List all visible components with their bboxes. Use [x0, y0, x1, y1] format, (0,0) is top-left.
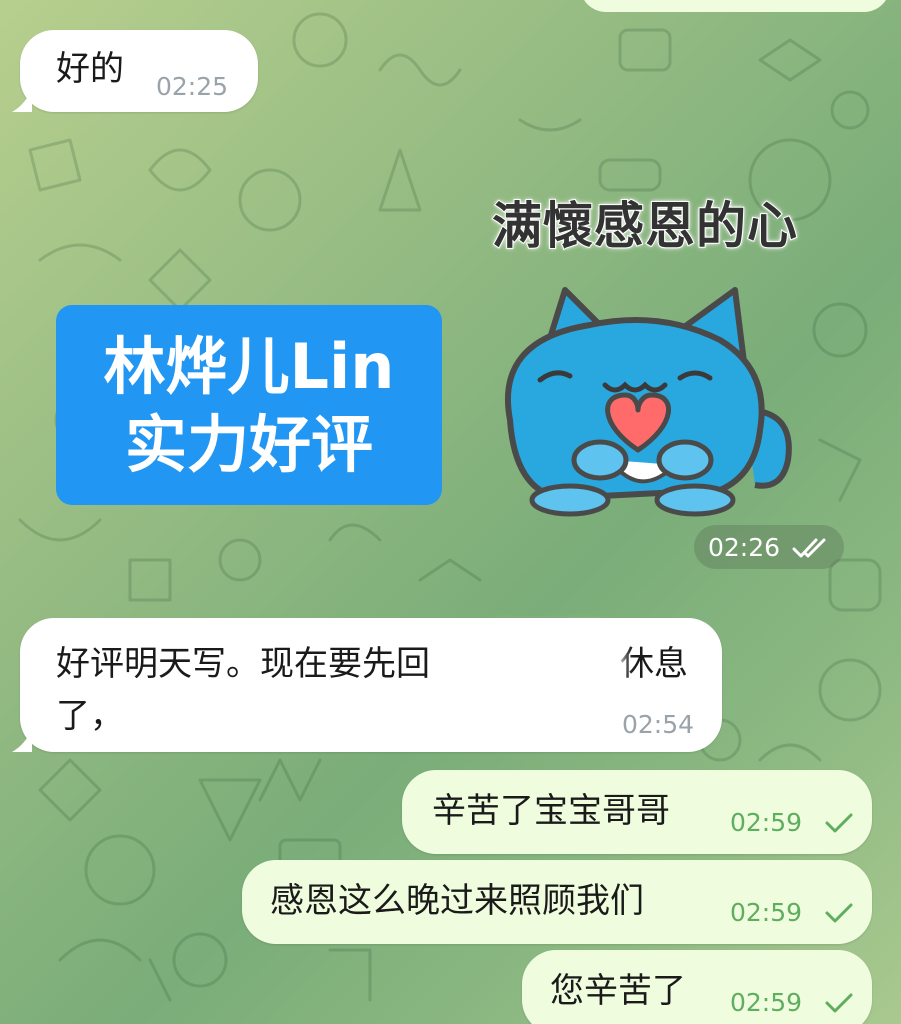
- bubble-tail: [12, 88, 32, 112]
- message-time: 02:25: [156, 72, 229, 101]
- sticker-time-badge: 02:26: [694, 525, 844, 569]
- double-check-icon: [792, 538, 826, 558]
- message-text: 辛苦了宝宝哥哥: [432, 791, 670, 831]
- message-text-line-1-end: 休息: [620, 644, 688, 684]
- message-text: 您辛苦了: [550, 971, 686, 1011]
- message-bubble-outgoing[interactable]: 辛苦了宝宝哥哥 02:59: [402, 770, 872, 854]
- check-icon: [825, 813, 853, 833]
- bubble-tail: [12, 728, 32, 752]
- check-icon: [825, 993, 853, 1013]
- chat-area[interactable]: 好的 02:25 林烨儿Lin 实力好评 满懷感恩的心 02:26 好评明天写。…: [0, 0, 901, 1024]
- message-text-line-2: 了，: [56, 696, 124, 736]
- message-text: 感恩这么晚过来照顾我们: [270, 881, 644, 921]
- promo-title-line: 林烨儿Lin: [103, 330, 395, 403]
- message-image-promo-card[interactable]: 林烨儿Lin 实力好评: [56, 305, 442, 505]
- message-bubble-outgoing[interactable]: 您辛苦了 02:59: [522, 950, 872, 1024]
- message-time: 02:59: [730, 988, 803, 1017]
- message-text-line-1: 好评明天写。现在要先回: [56, 644, 430, 684]
- message-time: 02:54: [622, 710, 695, 739]
- promo-subtitle-line: 实力好评: [124, 408, 373, 481]
- message-bubble-incoming[interactable]: 好评明天写。现在要先回 休息 了， 02:54: [20, 618, 722, 752]
- sticker-caption: 满懷感恩的心: [491, 196, 798, 256]
- check-icon: [825, 903, 853, 923]
- message-bubble-incoming[interactable]: 好的 02:25: [20, 30, 258, 112]
- message-time: 02:59: [730, 898, 803, 927]
- redacted-text-blur: [484, 632, 618, 690]
- message-bubble-previous[interactable]: [580, 0, 890, 12]
- cat-heart-sticker[interactable]: [470, 260, 820, 535]
- message-time: 02:59: [730, 808, 803, 837]
- message-time: 02:26: [708, 533, 781, 562]
- message-bubble-outgoing[interactable]: 感恩这么晚过来照顾我们 02:59: [242, 860, 872, 944]
- message-text: 好的: [56, 49, 124, 89]
